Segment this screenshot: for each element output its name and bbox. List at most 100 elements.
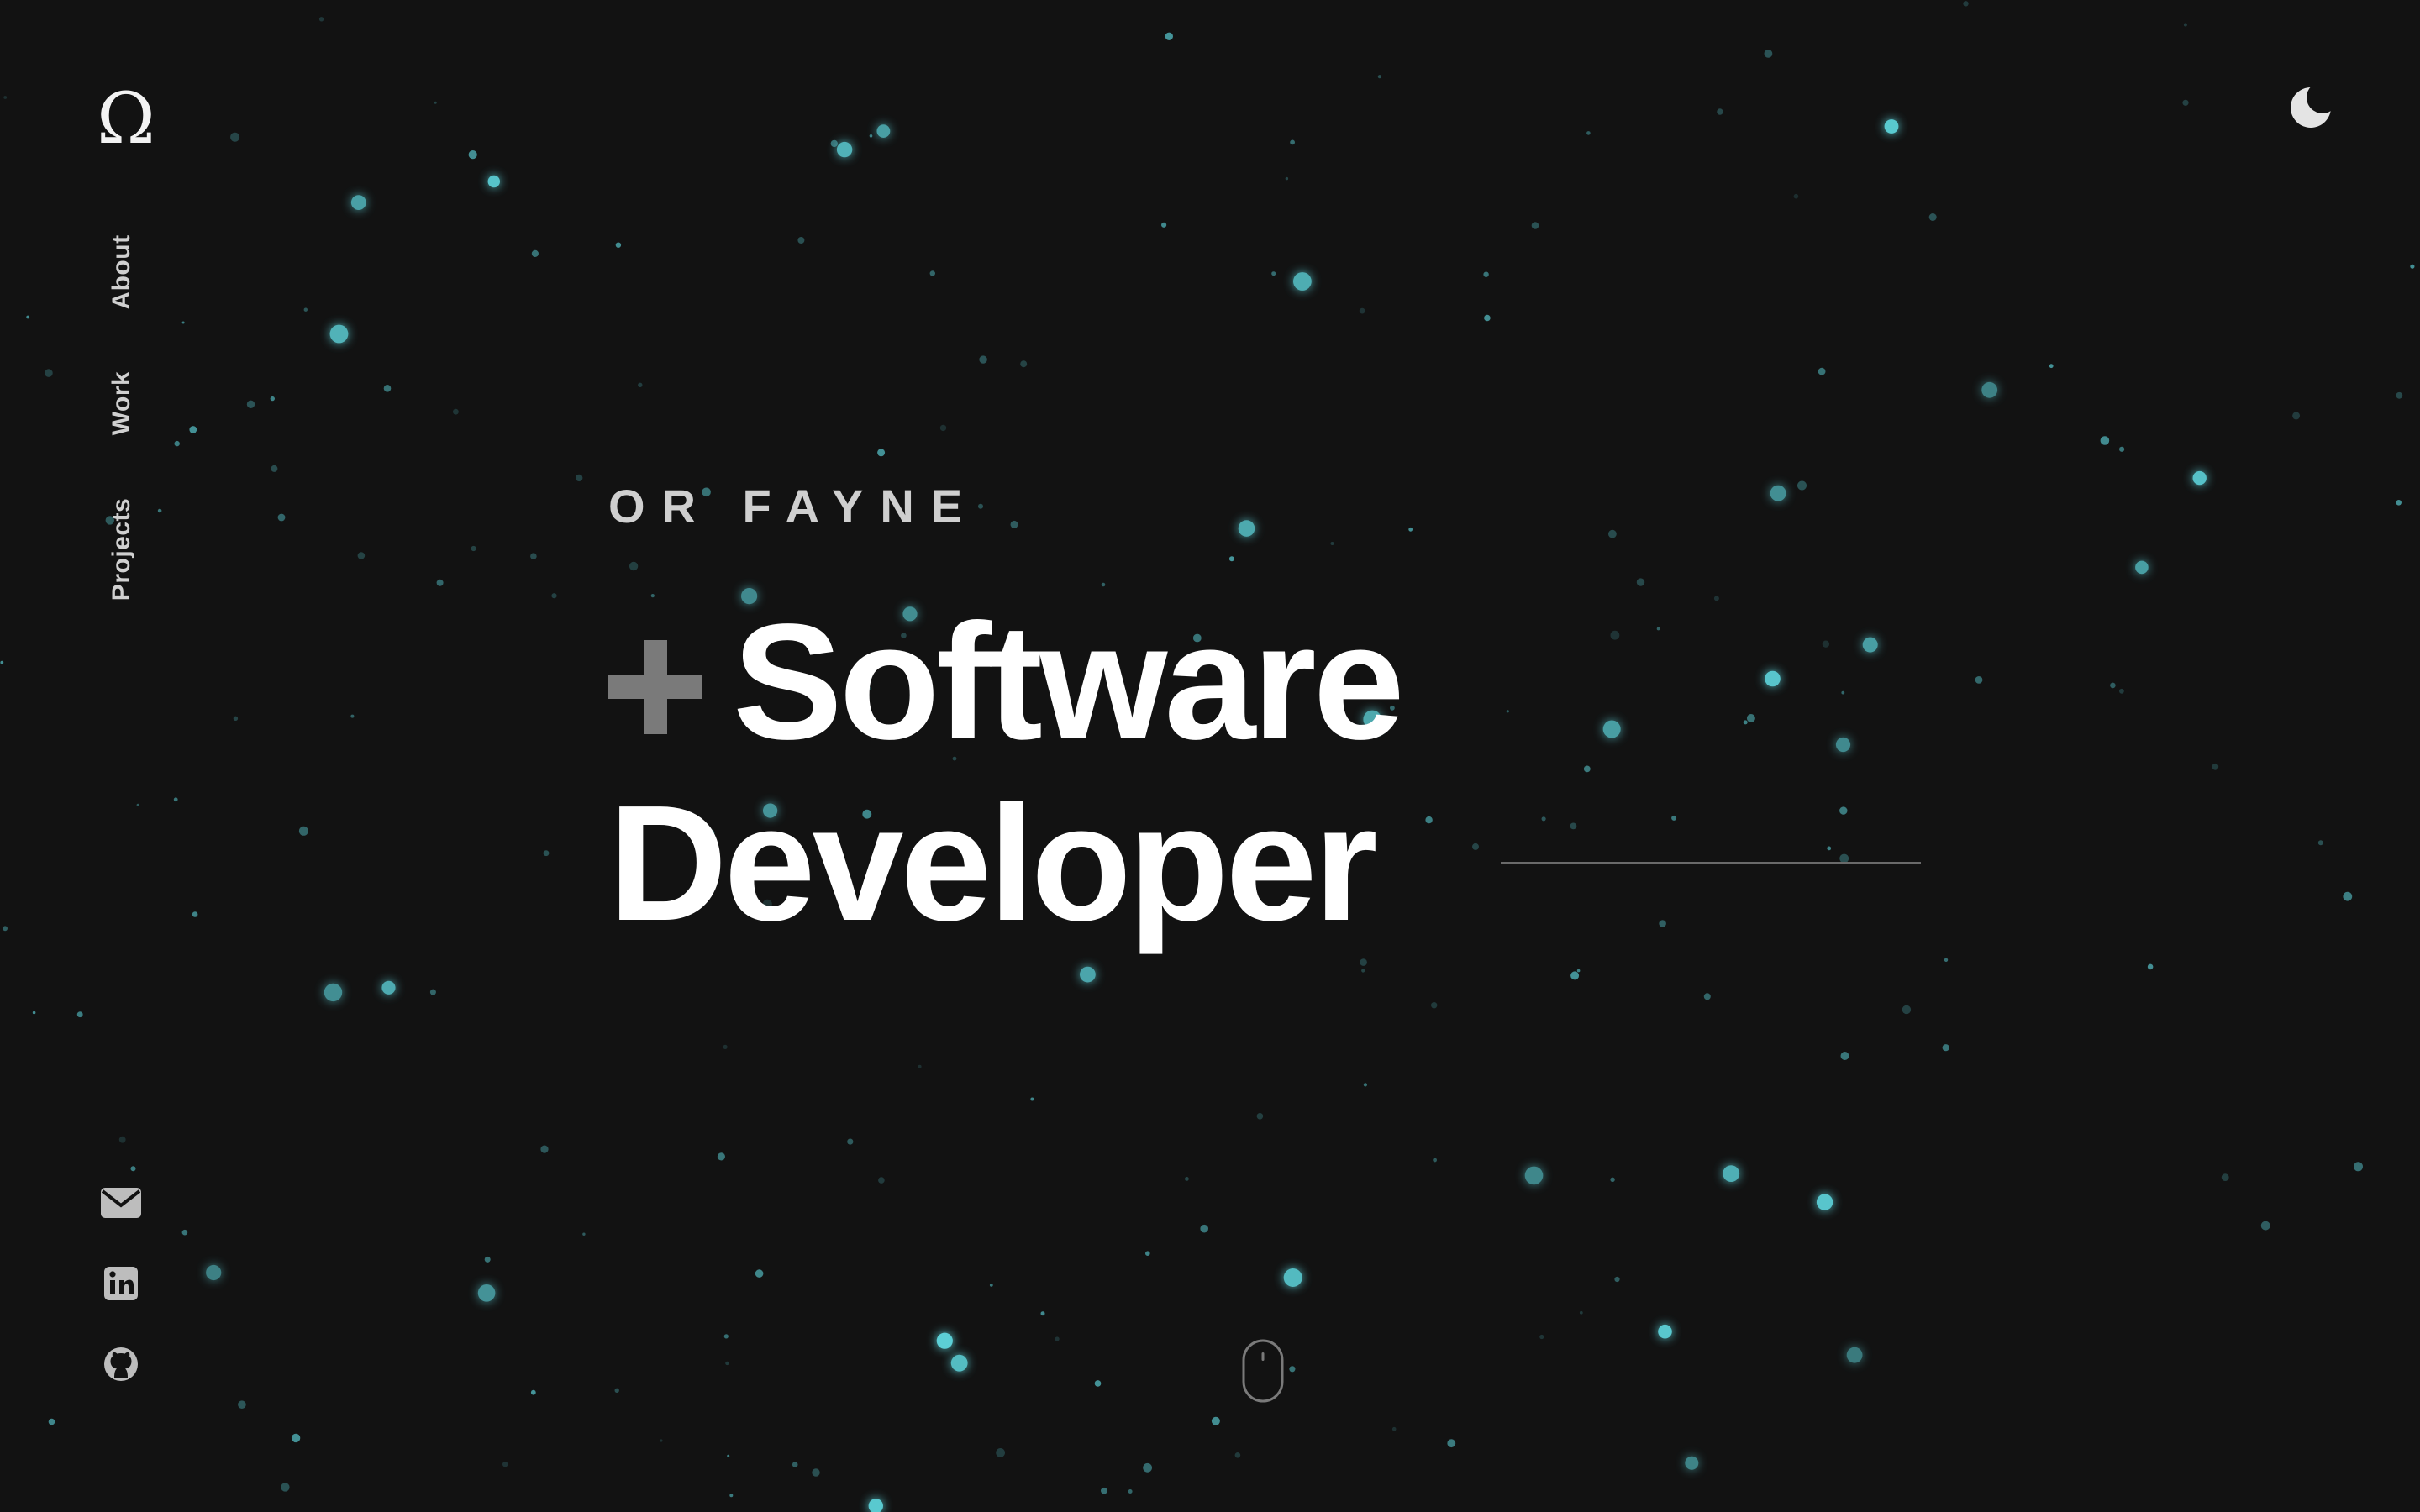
particle bbox=[0, 660, 4, 664]
particle bbox=[939, 424, 947, 432]
linkedin-link[interactable] bbox=[97, 1260, 145, 1307]
particle bbox=[1425, 816, 1433, 824]
particle bbox=[350, 195, 366, 211]
particle bbox=[1165, 32, 1174, 40]
particle bbox=[1483, 271, 1489, 277]
particle bbox=[1145, 1251, 1150, 1256]
particle bbox=[357, 552, 366, 559]
particle bbox=[173, 797, 178, 802]
particle bbox=[725, 1361, 729, 1366]
particle bbox=[3, 926, 8, 932]
particle bbox=[543, 850, 550, 857]
hero-name: OR FAYNE bbox=[608, 480, 980, 533]
particle bbox=[1703, 993, 1711, 1000]
particle bbox=[1816, 1194, 1833, 1210]
particle bbox=[2119, 688, 2124, 694]
particle bbox=[48, 1418, 55, 1425]
theme-toggle-button[interactable] bbox=[2286, 81, 2339, 134]
particle bbox=[303, 307, 308, 312]
particle bbox=[1541, 816, 1546, 822]
particle bbox=[1570, 971, 1580, 980]
particle bbox=[1671, 815, 1677, 821]
particle bbox=[1185, 1177, 1189, 1181]
landing-page: Ω About Work Projects OR FAYNE Software … bbox=[0, 0, 2420, 1512]
particle bbox=[484, 1256, 491, 1263]
particle bbox=[1846, 1347, 1863, 1363]
particle bbox=[429, 989, 436, 995]
particle bbox=[755, 1269, 764, 1278]
particle bbox=[32, 1011, 36, 1015]
particle bbox=[1447, 1439, 1456, 1448]
particle bbox=[1408, 527, 1413, 532]
particle bbox=[812, 1468, 820, 1477]
particle bbox=[1839, 806, 1848, 815]
email-link[interactable] bbox=[97, 1179, 145, 1226]
particle bbox=[434, 101, 437, 104]
particle bbox=[1608, 529, 1617, 538]
particle bbox=[1531, 222, 1539, 229]
particle bbox=[1981, 381, 1998, 398]
plus-icon bbox=[608, 640, 702, 734]
particle bbox=[1040, 1311, 1045, 1316]
hero-role-word-1: Software bbox=[733, 590, 1405, 774]
particle bbox=[1975, 676, 1983, 684]
particle bbox=[3, 96, 8, 99]
particle bbox=[468, 150, 477, 160]
particle bbox=[1583, 765, 1591, 773]
particle bbox=[487, 175, 500, 188]
particle bbox=[1862, 637, 1878, 653]
particle bbox=[723, 1044, 728, 1049]
particle bbox=[324, 983, 343, 1002]
particle bbox=[233, 716, 239, 721]
particle bbox=[1835, 737, 1851, 753]
particle bbox=[551, 593, 557, 599]
particle bbox=[1793, 193, 1799, 199]
github-icon bbox=[104, 1347, 138, 1381]
particle bbox=[638, 382, 643, 387]
particle bbox=[929, 270, 936, 276]
particle bbox=[1392, 1426, 1397, 1431]
particle bbox=[1610, 1177, 1615, 1183]
nav-item-projects[interactable]: Projects bbox=[108, 498, 136, 601]
particle bbox=[281, 1483, 290, 1492]
particle bbox=[996, 1448, 1005, 1457]
particle bbox=[1884, 119, 1899, 134]
nav-item-work[interactable]: Work bbox=[108, 371, 136, 435]
scroll-indicator[interactable] bbox=[1242, 1339, 1284, 1403]
particle bbox=[614, 1388, 619, 1394]
particle bbox=[797, 237, 805, 244]
particle bbox=[1743, 720, 1748, 725]
particle bbox=[1094, 1380, 1102, 1387]
particle bbox=[1128, 1489, 1133, 1494]
particle bbox=[918, 1064, 922, 1068]
particle bbox=[45, 369, 53, 377]
particle bbox=[381, 980, 396, 995]
particle bbox=[502, 1462, 508, 1467]
particle bbox=[1944, 958, 1949, 963]
particle bbox=[1928, 213, 1937, 221]
particle bbox=[1723, 1165, 1740, 1182]
particle bbox=[2110, 682, 2116, 689]
particle bbox=[1238, 520, 1255, 537]
omega-logo[interactable]: Ω bbox=[94, 81, 158, 156]
particle bbox=[830, 139, 838, 148]
github-link[interactable] bbox=[97, 1341, 145, 1388]
particle bbox=[1658, 1324, 1672, 1339]
particle bbox=[453, 408, 459, 415]
particle bbox=[2260, 1221, 2270, 1231]
particle bbox=[1472, 843, 1479, 850]
particle bbox=[1289, 1366, 1296, 1373]
particle bbox=[1293, 272, 1312, 291]
particle bbox=[1840, 1052, 1849, 1060]
particle bbox=[2410, 264, 2415, 269]
particle bbox=[2212, 763, 2219, 770]
particle bbox=[2182, 99, 2189, 106]
particle bbox=[1576, 969, 1581, 973]
nav-item-about[interactable]: About bbox=[108, 234, 136, 309]
particle bbox=[950, 1354, 968, 1372]
particle bbox=[1359, 307, 1365, 314]
particle bbox=[1797, 480, 1807, 491]
particle bbox=[979, 355, 987, 364]
particle bbox=[530, 1389, 536, 1395]
particle bbox=[836, 141, 853, 158]
